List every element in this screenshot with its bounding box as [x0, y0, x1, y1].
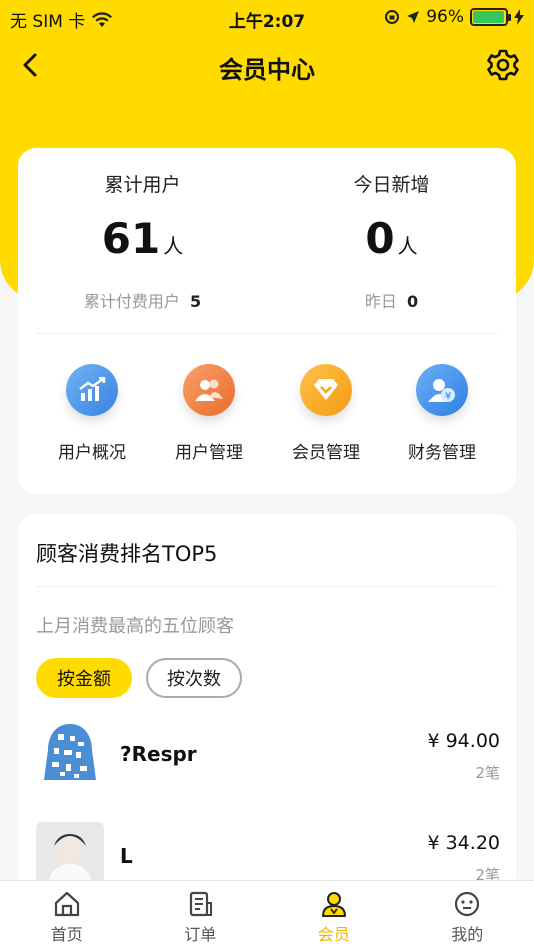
avatar [36, 720, 104, 788]
menu-finance-management[interactable]: ¥ 财务管理 [380, 364, 504, 463]
menu-label: 会员管理 [292, 443, 360, 463]
total-users-stat: 累计用户 61 人 累计付费用户 5 [18, 170, 267, 312]
member-icon [321, 892, 346, 917]
home-icon [54, 891, 79, 917]
menu-label: 用户管理 [175, 443, 243, 463]
total-users-unit: 人 [163, 234, 184, 258]
settings-gear-icon[interactable] [486, 48, 520, 82]
tab-label: 首页 [50, 925, 83, 944]
battery-percent: 96% [426, 7, 464, 27]
customer-name: ?Respr [120, 742, 197, 766]
navigation-bar: 会员中心 [0, 36, 534, 96]
profile-icon [455, 891, 480, 917]
divider [36, 586, 498, 587]
ranking-title: 顾客消费排名TOP5 [36, 542, 218, 566]
filter-by-amount-button[interactable]: 按金额 [36, 658, 132, 698]
tab-orders[interactable]: 订单 [134, 881, 268, 950]
today-new-label: 今日新增 [353, 174, 430, 196]
yesterday-value: 0 [406, 292, 419, 311]
yesterday-label: 昨日 [364, 292, 397, 311]
status-bar: 无 SIM 卡 上午2:07 96% [0, 0, 534, 34]
tab-members[interactable]: 会员 [267, 881, 401, 950]
stats-card: 累计用户 61 人 累计付费用户 5 今日新增 0人 昨日 0 用户概况 用户管理 会… [18, 148, 516, 494]
paid-users-label: 累计付费用户 [83, 292, 180, 311]
total-users-value: 61 [101, 214, 161, 263]
charging-icon [514, 9, 524, 25]
ranking-card: 顾客消费排名TOP5 上月消费最高的五位顾客 按金额 按次数 ?Respr ¥ … [18, 514, 516, 894]
menu-member-management[interactable]: 会员管理 [264, 364, 388, 463]
today-new-value: 0 [365, 214, 395, 263]
today-new-stat: 今日新增 0人 昨日 0 [267, 170, 516, 312]
tab-label: 我的 [451, 925, 484, 944]
rotation-lock-icon [385, 10, 400, 24]
location-icon [407, 11, 420, 23]
battery-icon [470, 8, 511, 26]
tab-label: 会员 [317, 925, 350, 944]
page-title: 会员中心 [219, 56, 315, 84]
finance-icon: ¥ [416, 364, 468, 416]
menu-user-overview[interactable]: 用户概况 [30, 364, 154, 463]
menu-user-management[interactable]: 用户管理 [147, 364, 271, 463]
total-users-label: 累计用户 [104, 174, 181, 196]
paid-users-value: 5 [189, 292, 202, 311]
users-icon [183, 364, 235, 416]
menu-label: 用户概况 [58, 443, 126, 463]
menu-label: 财务管理 [408, 443, 476, 463]
tab-home[interactable]: 首页 [0, 881, 134, 950]
diamond-icon [300, 364, 352, 416]
chart-icon [66, 364, 118, 416]
svg-text:¥: ¥ [445, 391, 451, 402]
ranking-subtitle: 上月消费最高的五位顾客 [36, 616, 234, 637]
customer-amount: ¥ 94.00 [427, 730, 500, 752]
tab-profile[interactable]: 我的 [401, 881, 534, 950]
customer-name: L [120, 844, 133, 868]
customer-amount: ¥ 34.20 [427, 832, 500, 854]
customer-order-count: 2笔 [475, 764, 500, 782]
ranking-row[interactable]: ?Respr ¥ 94.00 2笔 [18, 720, 516, 810]
filter-by-count-button[interactable]: 按次数 [146, 658, 242, 698]
tab-label: 订单 [184, 925, 217, 944]
order-icon [190, 891, 213, 917]
divider [36, 333, 498, 334]
tab-bar: 首页 订单 会员 我的 [0, 880, 534, 950]
today-new-unit: 人 [397, 234, 418, 258]
